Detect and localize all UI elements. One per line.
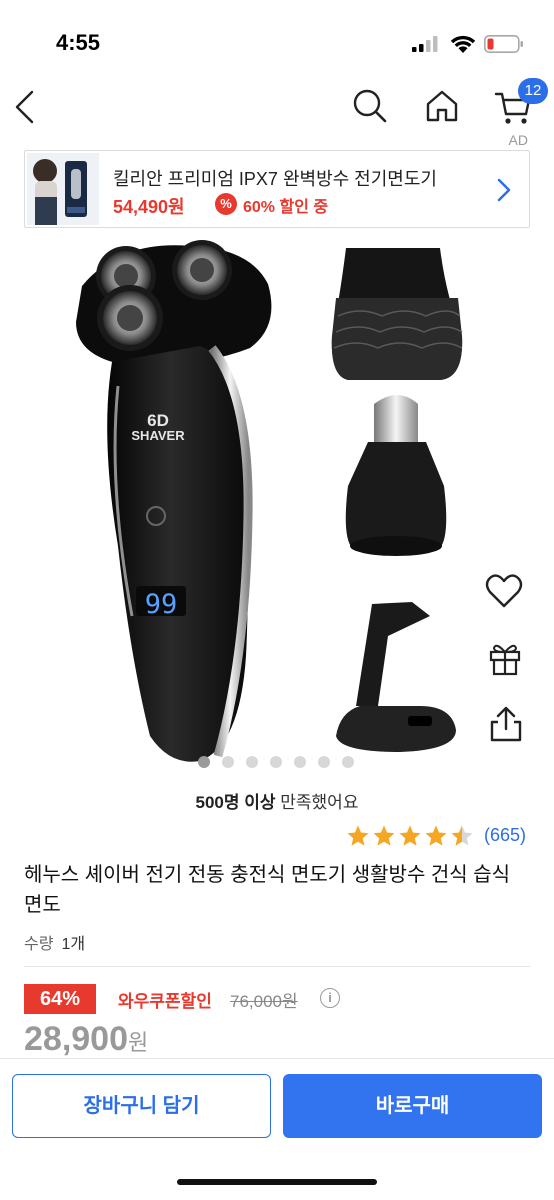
ad-thumbnail (27, 153, 99, 225)
star-icon (347, 825, 369, 846)
chevron-right-icon[interactable] (495, 177, 513, 203)
share-icon[interactable] (486, 704, 526, 744)
satisfaction-text: 500명 이상 만족했어요 (0, 788, 554, 813)
review-count[interactable]: (665) (484, 825, 526, 846)
gift-icon[interactable] (486, 638, 526, 678)
battery-display-text: 99 (145, 589, 178, 620)
original-price: 76,000원 (230, 992, 298, 1011)
satisfaction-label: 만족했어요 (275, 793, 359, 812)
heart-icon[interactable] (484, 572, 524, 612)
battery-low-icon (484, 35, 523, 53)
bottom-action-bar: 장바구니 담기 바로구매 (0, 1058, 554, 1200)
quantity-value: 1개 (61, 936, 86, 953)
buy-now-button[interactable]: 바로구매 (283, 1074, 542, 1138)
star-icon (399, 825, 421, 846)
carousel-dot[interactable] (294, 756, 306, 768)
coupon-label: 와우쿠폰할인 (118, 992, 212, 1011)
ad-discount: 60% 할인 중 (243, 199, 329, 216)
ad-price: 54,490원 (113, 197, 185, 217)
product-image-gallery[interactable]: 6D SHAVER 99 (0, 236, 554, 766)
star-rating (347, 825, 473, 846)
cart-count-badge: 12 (518, 78, 548, 104)
star-icon (451, 825, 473, 846)
wifi-icon (450, 35, 476, 53)
final-price: 28,900원 (24, 1020, 148, 1059)
search-icon[interactable] (352, 88, 388, 124)
product-image: 6D SHAVER 99 (76, 240, 463, 762)
status-time: 4:55 (56, 30, 101, 55)
add-to-cart-button[interactable]: 장바구니 담기 (12, 1074, 271, 1138)
brand-text: SHAVER (131, 428, 185, 443)
carousel-dot[interactable] (342, 756, 354, 768)
discount-rate-badge: 64% (24, 984, 96, 1014)
carousel-dot[interactable] (318, 756, 330, 768)
carousel-dot[interactable] (246, 756, 258, 768)
status-bar: 4:55 (0, 0, 554, 88)
star-icon (373, 825, 395, 846)
back-icon[interactable] (12, 90, 36, 124)
quantity-row: 수량 1개 (24, 930, 85, 954)
home-indicator (177, 1179, 377, 1185)
ad-label: AD (508, 132, 528, 148)
divider (24, 966, 530, 967)
ad-title: 킬리안 프리미엄 IPX7 완벽방수 전기면도기 (113, 169, 437, 189)
info-icon[interactable]: i (320, 988, 340, 1008)
star-icon (425, 825, 447, 846)
final-price-value: 28,900 (24, 1020, 128, 1058)
carousel-dot[interactable] (270, 756, 282, 768)
ad-product-image (27, 153, 99, 225)
signal-icon (412, 36, 438, 52)
ad-banner[interactable]: 킬리안 프리미엄 IPX7 완벽방수 전기면도기 54,490원 % 60% 할… (24, 150, 530, 228)
currency-label: 원 (128, 1030, 149, 1055)
carousel-dot[interactable] (198, 756, 210, 768)
discount-percent-icon: % (215, 193, 237, 215)
product-title: 헤누스 셰이버 전기 전동 충전식 면도기 생활방수 건식 습식 면도 (24, 864, 511, 916)
carousel-dot[interactable] (222, 756, 234, 768)
quantity-label: 수량 (24, 936, 54, 953)
home-icon[interactable] (424, 88, 460, 124)
nav-bar (0, 80, 554, 136)
satisfaction-count: 500명 이상 (195, 793, 276, 812)
